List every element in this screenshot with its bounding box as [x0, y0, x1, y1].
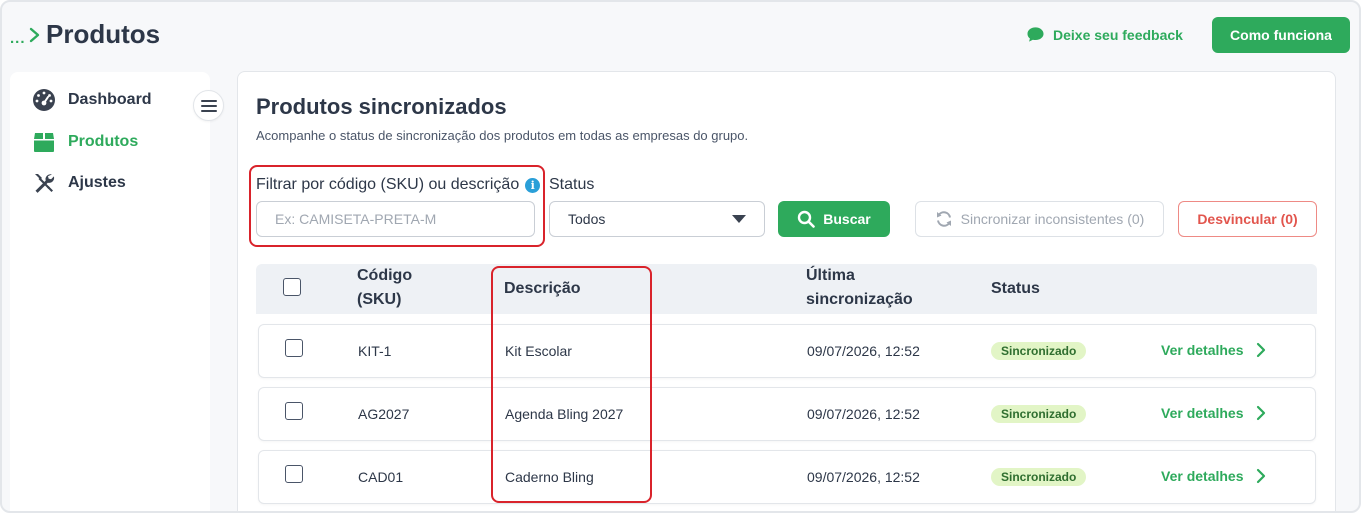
breadcrumb-ellipsis[interactable]: ...	[10, 30, 26, 47]
status-badge: Sincronizado	[991, 405, 1087, 423]
dashboard-gauge-icon	[33, 89, 55, 111]
products-card: Produtos sincronizados Acompanhe o statu…	[237, 71, 1336, 511]
menu-toggle-button[interactable]	[193, 90, 224, 121]
table-row[interactable]: AG2027 Agenda Bling 2027 09/07/2026, 12:…	[258, 387, 1316, 441]
view-details-label: Ver detalhes	[1161, 468, 1244, 484]
app-frame: ... Produtos Deixe seu feedback Como fun…	[0, 0, 1361, 513]
sidebar-item-label: Produtos	[68, 133, 139, 150]
cell-last-sync: 09/07/2026, 12:52	[807, 343, 920, 359]
tools-icon	[35, 174, 55, 193]
cell-description: Caderno Bling	[505, 469, 594, 485]
page-title: Produtos	[46, 19, 161, 49]
table-row[interactable]: CAD01 Caderno Bling 09/07/2026, 12:52 Si…	[258, 450, 1316, 504]
feedback-label: Deixe seu feedback	[1053, 26, 1183, 43]
status-badge: Sincronizado	[991, 342, 1087, 360]
view-details-label: Ver detalhes	[1161, 405, 1244, 421]
cell-code: AG2027	[358, 406, 410, 422]
caret-down-icon	[732, 214, 746, 223]
hamburger-menu-icon	[200, 99, 217, 112]
status-badge: Sincronizado	[991, 468, 1087, 486]
cell-code: CAD01	[358, 469, 404, 485]
view-details-label: Ver detalhes	[1161, 342, 1244, 358]
search-button-label: Buscar	[823, 211, 871, 227]
sidebar: Dashboard Produtos Ajustes	[10, 72, 210, 511]
status-label: Status	[549, 176, 595, 193]
column-header-status[interactable]: Status	[991, 277, 1040, 301]
status-selected-value: Todos	[568, 211, 606, 227]
box-icon	[34, 133, 54, 152]
column-header-description[interactable]: Descrição	[504, 277, 581, 301]
search-icon	[798, 210, 816, 228]
how-it-works-button[interactable]: Como funciona	[1212, 17, 1350, 53]
chevron-right-icon	[1256, 405, 1265, 421]
sku-filter-input[interactable]	[256, 201, 535, 237]
cell-description: Kit Escolar	[505, 343, 572, 359]
refresh-icon	[936, 211, 951, 227]
chevron-right-icon	[1256, 342, 1265, 358]
status-select[interactable]: Todos	[549, 201, 765, 237]
view-details-link[interactable]: Ver detalhes	[1161, 468, 1266, 484]
chevron-right-icon	[29, 27, 40, 43]
sidebar-item-label: Ajustes	[68, 174, 126, 191]
cell-description: Agenda Bling 2027	[505, 406, 624, 422]
filter-label-text: Filtrar por código (SKU) ou descrição	[256, 176, 520, 193]
sidebar-item-ajustes[interactable]: Ajustes	[32, 171, 126, 195]
sidebar-item-produtos[interactable]: Produtos	[32, 130, 138, 154]
sync-inconsistent-button[interactable]: Sincronizar inconsistentes (0)	[915, 201, 1164, 237]
info-icon[interactable]: i	[525, 177, 541, 193]
column-header-last-sync-line2: sincronização	[806, 291, 913, 308]
column-header-last-sync-line1: Última	[806, 267, 855, 284]
sidebar-item-label: Dashboard	[68, 91, 152, 108]
table-header: Código (SKU) Descrição Última sincroniza…	[256, 264, 1317, 314]
column-header-last-sync[interactable]: Última sincronização	[806, 264, 913, 312]
sidebar-item-dashboard[interactable]: Dashboard	[32, 88, 152, 112]
column-header-code-line1: Código	[357, 267, 413, 284]
sync-button-label: Sincronizar inconsistentes (0)	[960, 211, 1145, 227]
table-row[interactable]: KIT-1 Kit Escolar 09/07/2026, 12:52 Sinc…	[258, 324, 1316, 378]
chat-bubble-icon	[1027, 27, 1044, 42]
row-checkbox[interactable]	[285, 465, 303, 483]
column-header-code[interactable]: Código (SKU)	[357, 264, 412, 312]
chevron-right-icon	[1256, 468, 1265, 484]
row-checkbox[interactable]	[285, 402, 303, 420]
select-all-checkbox[interactable]	[283, 278, 301, 296]
column-header-code-line2: (SKU)	[357, 291, 402, 308]
unlink-button[interactable]: Desvincular (0)	[1178, 201, 1317, 237]
search-button[interactable]: Buscar	[778, 201, 890, 237]
section-subtitle: Acompanhe o status de sincronização dos …	[256, 128, 749, 143]
cell-last-sync: 09/07/2026, 12:52	[807, 469, 920, 485]
filter-label: Filtrar por código (SKU) ou descrição i	[256, 176, 541, 194]
row-checkbox[interactable]	[285, 339, 303, 357]
view-details-link[interactable]: Ver detalhes	[1161, 342, 1266, 358]
cell-last-sync: 09/07/2026, 12:52	[807, 406, 920, 422]
feedback-link[interactable]: Deixe seu feedback	[1026, 26, 1183, 43]
view-details-link[interactable]: Ver detalhes	[1161, 405, 1266, 421]
cell-code: KIT-1	[358, 343, 392, 359]
section-title: Produtos sincronizados	[256, 94, 507, 119]
